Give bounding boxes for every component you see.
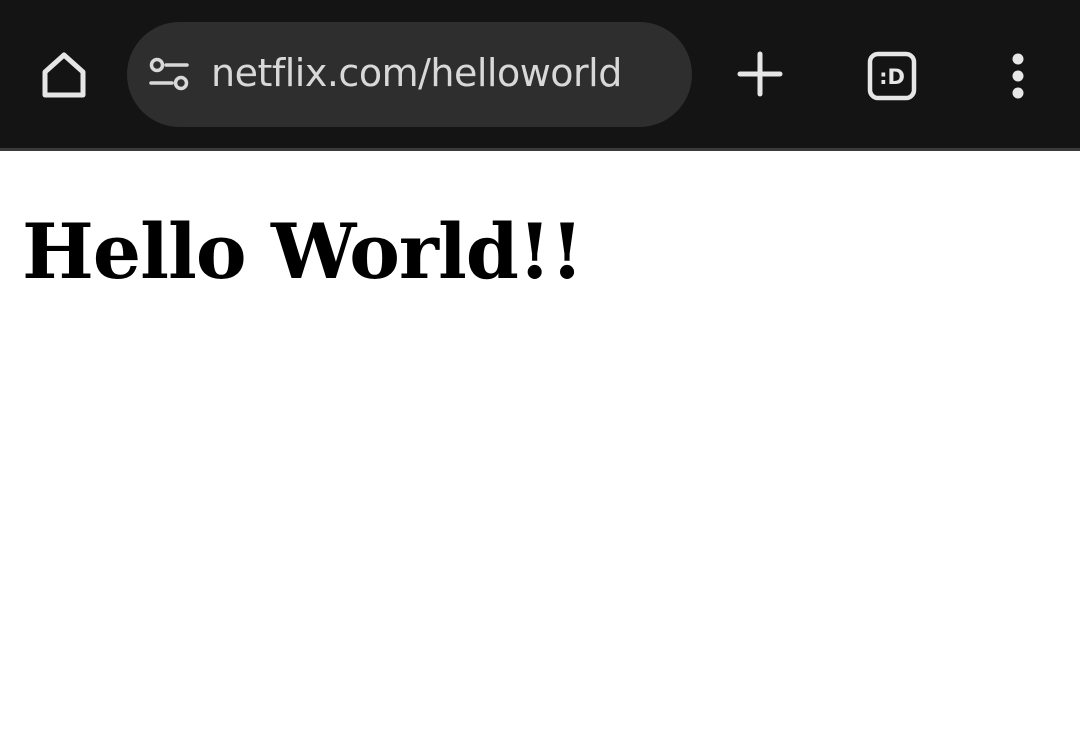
tab-switcher-label: :D: [879, 65, 905, 89]
page-content: Hello World!!: [0, 151, 1080, 732]
page-heading: Hello World!!: [22, 207, 584, 296]
menu-button[interactable]: [990, 38, 1046, 114]
new-tab-button[interactable]: [724, 38, 796, 110]
url-text[interactable]: netflix.com/helloworld: [211, 49, 622, 97]
tab-switcher-icon: :D: [867, 51, 917, 101]
site-settings-button[interactable]: [145, 54, 193, 94]
tab-switcher-button[interactable]: :D: [854, 38, 930, 114]
kebab-menu-icon: [1012, 53, 1024, 99]
address-bar[interactable]: netflix.com/helloworld: [127, 22, 692, 127]
browser-toolbar: netflix.com/helloworld :D: [0, 0, 1080, 151]
plus-icon: [737, 51, 783, 97]
home-button[interactable]: [24, 37, 104, 113]
home-icon: [42, 52, 86, 98]
site-settings-icon: [149, 57, 189, 91]
